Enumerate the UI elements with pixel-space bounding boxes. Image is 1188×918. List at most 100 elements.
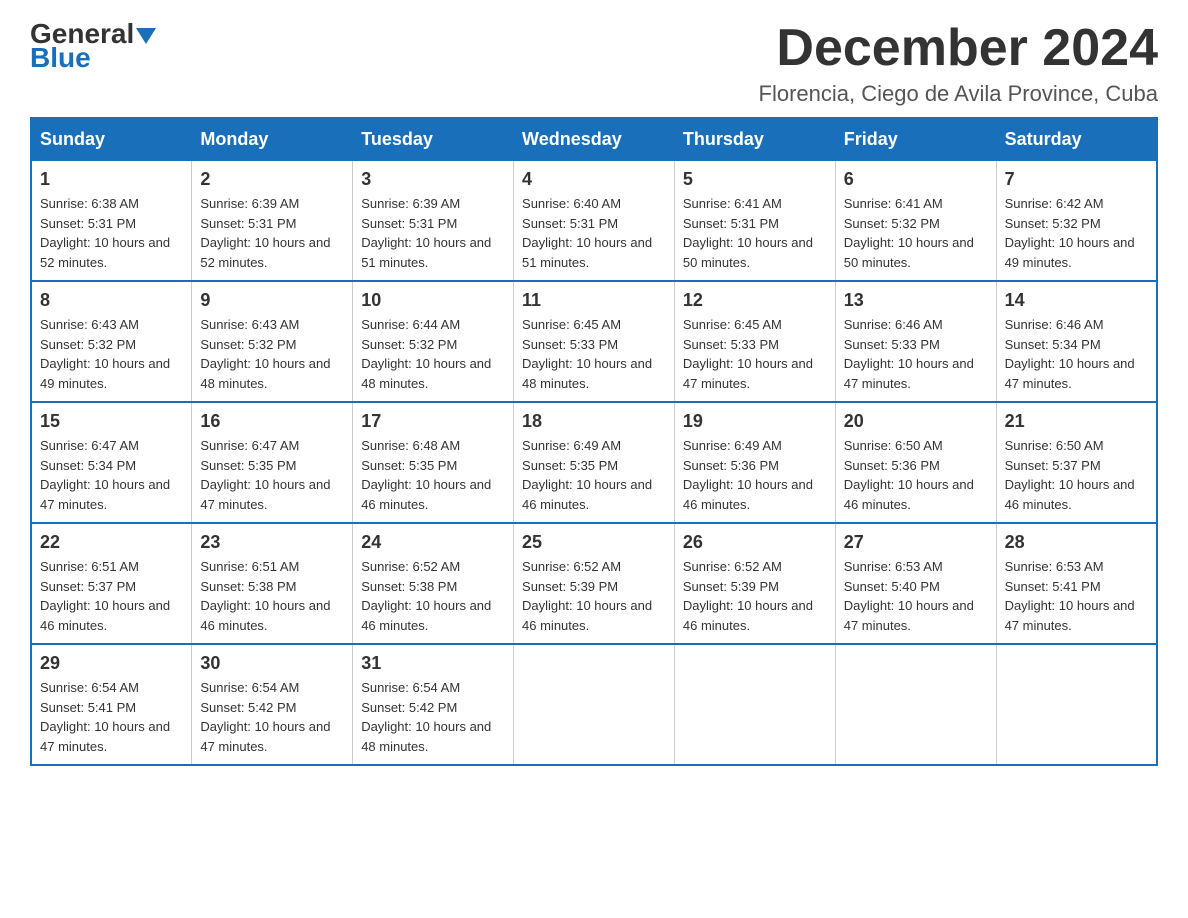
calendar-cell: 4 Sunrise: 6:40 AMSunset: 5:31 PMDaylight… [514,161,675,282]
day-info: Sunrise: 6:52 AMSunset: 5:38 PMDaylight:… [361,557,505,635]
day-info: Sunrise: 6:39 AMSunset: 5:31 PMDaylight:… [361,194,505,272]
title-area: December 2024 Florencia, Ciego de Avila … [759,20,1158,107]
calendar-cell: 23 Sunrise: 6:51 AMSunset: 5:38 PMDayligh… [192,523,353,644]
day-info: Sunrise: 6:50 AMSunset: 5:36 PMDaylight:… [844,436,988,514]
calendar-cell: 18 Sunrise: 6:49 AMSunset: 5:35 PMDayligh… [514,402,675,523]
day-number: 1 [40,169,183,190]
day-info: Sunrise: 6:47 AMSunset: 5:35 PMDaylight:… [200,436,344,514]
day-number: 19 [683,411,827,432]
day-info: Sunrise: 6:54 AMSunset: 5:41 PMDaylight:… [40,678,183,756]
day-number: 14 [1005,290,1148,311]
day-number: 17 [361,411,505,432]
calendar-cell: 30Sunrise: 6:54 AMSunset: 5:42 PMDayligh… [192,644,353,765]
calendar-header-row: SundayMondayTuesdayWednesdayThursdayFrid… [31,118,1157,161]
calendar-cell: 19 Sunrise: 6:49 AMSunset: 5:36 PMDayligh… [674,402,835,523]
day-info: Sunrise: 6:53 AMSunset: 5:41 PMDaylight:… [1005,557,1148,635]
day-number: 9 [200,290,344,311]
calendar-cell [674,644,835,765]
calendar-cell: 15 Sunrise: 6:47 AMSunset: 5:34 PMDayligh… [31,402,192,523]
header-friday: Friday [835,118,996,161]
day-number: 24 [361,532,505,553]
day-info: Sunrise: 6:45 AMSunset: 5:33 PMDaylight:… [522,315,666,393]
calendar-week-row: 8 Sunrise: 6:43 AMSunset: 5:32 PMDaylight… [31,281,1157,402]
day-info: Sunrise: 6:47 AMSunset: 5:34 PMDaylight:… [40,436,183,514]
day-number: 3 [361,169,505,190]
calendar-cell: 10 Sunrise: 6:44 AMSunset: 5:32 PMDayligh… [353,281,514,402]
calendar-cell: 17 Sunrise: 6:48 AMSunset: 5:35 PMDayligh… [353,402,514,523]
calendar-cell: 14 Sunrise: 6:46 AMSunset: 5:34 PMDayligh… [996,281,1157,402]
day-info: Sunrise: 6:38 AMSunset: 5:31 PMDaylight:… [40,194,183,272]
day-info: Sunrise: 6:45 AMSunset: 5:33 PMDaylight:… [683,315,827,393]
calendar-cell: 16 Sunrise: 6:47 AMSunset: 5:35 PMDayligh… [192,402,353,523]
day-info: Sunrise: 6:43 AMSunset: 5:32 PMDaylight:… [40,315,183,393]
day-number: 15 [40,411,183,432]
day-number: 16 [200,411,344,432]
calendar-cell: 27Sunrise: 6:53 AMSunset: 5:40 PMDayligh… [835,523,996,644]
day-info: Sunrise: 6:49 AMSunset: 5:36 PMDaylight:… [683,436,827,514]
calendar-cell [996,644,1157,765]
calendar-week-row: 15 Sunrise: 6:47 AMSunset: 5:34 PMDayligh… [31,402,1157,523]
day-number: 8 [40,290,183,311]
day-info: Sunrise: 6:50 AMSunset: 5:37 PMDaylight:… [1005,436,1148,514]
day-number: 12 [683,290,827,311]
calendar-cell: 5 Sunrise: 6:41 AMSunset: 5:31 PMDaylight… [674,161,835,282]
day-info: Sunrise: 6:51 AMSunset: 5:38 PMDaylight:… [200,557,344,635]
day-info: Sunrise: 6:42 AMSunset: 5:32 PMDaylight:… [1005,194,1148,272]
calendar-cell: 2 Sunrise: 6:39 AMSunset: 5:31 PMDaylight… [192,161,353,282]
day-info: Sunrise: 6:52 AMSunset: 5:39 PMDaylight:… [522,557,666,635]
day-number: 23 [200,532,344,553]
day-info: Sunrise: 6:52 AMSunset: 5:39 PMDaylight:… [683,557,827,635]
day-number: 10 [361,290,505,311]
day-info: Sunrise: 6:41 AMSunset: 5:31 PMDaylight:… [683,194,827,272]
calendar-week-row: 22 Sunrise: 6:51 AMSunset: 5:37 PMDayligh… [31,523,1157,644]
day-number: 29 [40,653,183,674]
calendar-cell: 9Sunrise: 6:43 AMSunset: 5:32 PMDaylight… [192,281,353,402]
day-number: 5 [683,169,827,190]
month-year-title: December 2024 [759,20,1158,77]
calendar-cell: 11 Sunrise: 6:45 AMSunset: 5:33 PMDayligh… [514,281,675,402]
header-thursday: Thursday [674,118,835,161]
header-sunday: Sunday [31,118,192,161]
calendar-week-row: 29 Sunrise: 6:54 AMSunset: 5:41 PMDayligh… [31,644,1157,765]
calendar-cell: 13 Sunrise: 6:46 AMSunset: 5:33 PMDayligh… [835,281,996,402]
day-number: 11 [522,290,666,311]
calendar-cell: 12 Sunrise: 6:45 AMSunset: 5:33 PMDayligh… [674,281,835,402]
calendar-cell: 6Sunrise: 6:41 AMSunset: 5:32 PMDaylight… [835,161,996,282]
day-number: 20 [844,411,988,432]
calendar-cell: 3 Sunrise: 6:39 AMSunset: 5:31 PMDaylight… [353,161,514,282]
day-info: Sunrise: 6:51 AMSunset: 5:37 PMDaylight:… [40,557,183,635]
calendar-cell: 31Sunrise: 6:54 AMSunset: 5:42 PMDayligh… [353,644,514,765]
day-number: 2 [200,169,344,190]
day-info: Sunrise: 6:39 AMSunset: 5:31 PMDaylight:… [200,194,344,272]
calendar-table: SundayMondayTuesdayWednesdayThursdayFrid… [30,117,1158,766]
day-number: 13 [844,290,988,311]
calendar-cell: 24 Sunrise: 6:52 AMSunset: 5:38 PMDayligh… [353,523,514,644]
day-info: Sunrise: 6:54 AMSunset: 5:42 PMDaylight:… [361,678,505,756]
calendar-cell: 25 Sunrise: 6:52 AMSunset: 5:39 PMDayligh… [514,523,675,644]
header-monday: Monday [192,118,353,161]
calendar-cell: 8 Sunrise: 6:43 AMSunset: 5:32 PMDaylight… [31,281,192,402]
day-number: 22 [40,532,183,553]
calendar-cell: 7 Sunrise: 6:42 AMSunset: 5:32 PMDaylight… [996,161,1157,282]
calendar-week-row: 1 Sunrise: 6:38 AMSunset: 5:31 PMDaylight… [31,161,1157,282]
calendar-cell: 26Sunrise: 6:52 AMSunset: 5:39 PMDayligh… [674,523,835,644]
day-info: Sunrise: 6:49 AMSunset: 5:35 PMDaylight:… [522,436,666,514]
day-info: Sunrise: 6:46 AMSunset: 5:33 PMDaylight:… [844,315,988,393]
location-subtitle: Florencia, Ciego de Avila Province, Cuba [759,81,1158,107]
logo-triangle-icon [136,28,156,44]
day-number: 4 [522,169,666,190]
calendar-cell: 20 Sunrise: 6:50 AMSunset: 5:36 PMDayligh… [835,402,996,523]
day-info: Sunrise: 6:40 AMSunset: 5:31 PMDaylight:… [522,194,666,272]
day-info: Sunrise: 6:48 AMSunset: 5:35 PMDaylight:… [361,436,505,514]
day-info: Sunrise: 6:53 AMSunset: 5:40 PMDaylight:… [844,557,988,635]
day-info: Sunrise: 6:46 AMSunset: 5:34 PMDaylight:… [1005,315,1148,393]
day-number: 25 [522,532,666,553]
day-number: 28 [1005,532,1148,553]
day-number: 18 [522,411,666,432]
day-number: 7 [1005,169,1148,190]
logo-blue-text: Blue [30,44,156,72]
day-info: Sunrise: 6:54 AMSunset: 5:42 PMDaylight:… [200,678,344,756]
day-info: Sunrise: 6:44 AMSunset: 5:32 PMDaylight:… [361,315,505,393]
calendar-cell [835,644,996,765]
day-info: Sunrise: 6:41 AMSunset: 5:32 PMDaylight:… [844,194,988,272]
